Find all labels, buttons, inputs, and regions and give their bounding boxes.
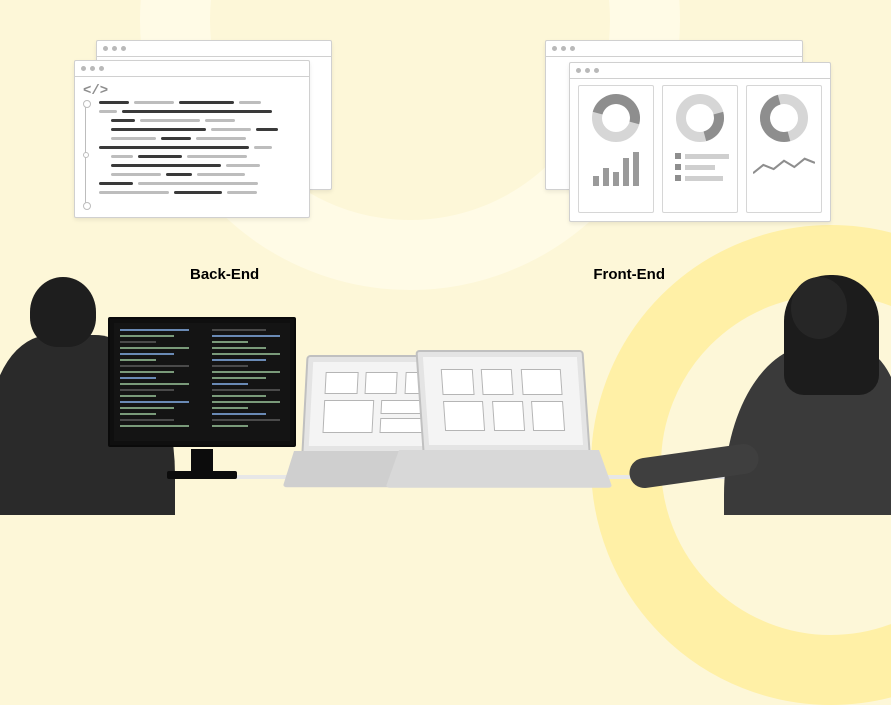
window-titlebar (570, 63, 830, 79)
horizontal-bar-icon (669, 148, 731, 186)
window-titlebar (75, 61, 309, 77)
monitor-code (108, 317, 296, 447)
code-window-front: </> (74, 60, 310, 218)
line-chart-icon (753, 148, 815, 186)
frontend-illustration (541, 40, 831, 224)
backend-illustration: </> (74, 40, 334, 220)
laptop-wireframe-right (401, 350, 591, 485)
donut-chart-icon (676, 94, 724, 142)
donut-chart-icon (592, 94, 640, 142)
dashboard-panel (746, 85, 822, 213)
bar-chart-icon (585, 148, 647, 186)
dashboard-window-front (569, 62, 831, 222)
window-titlebar (97, 41, 331, 57)
code-brackets-icon: </> (83, 83, 108, 99)
code-lines (99, 101, 299, 200)
donut-chart-icon (760, 94, 808, 142)
dashboard-panels (578, 85, 822, 213)
developer-right-figure (559, 255, 891, 515)
dashboard-panel (578, 85, 654, 213)
dashboard-panel (662, 85, 738, 213)
window-titlebar (546, 41, 802, 57)
